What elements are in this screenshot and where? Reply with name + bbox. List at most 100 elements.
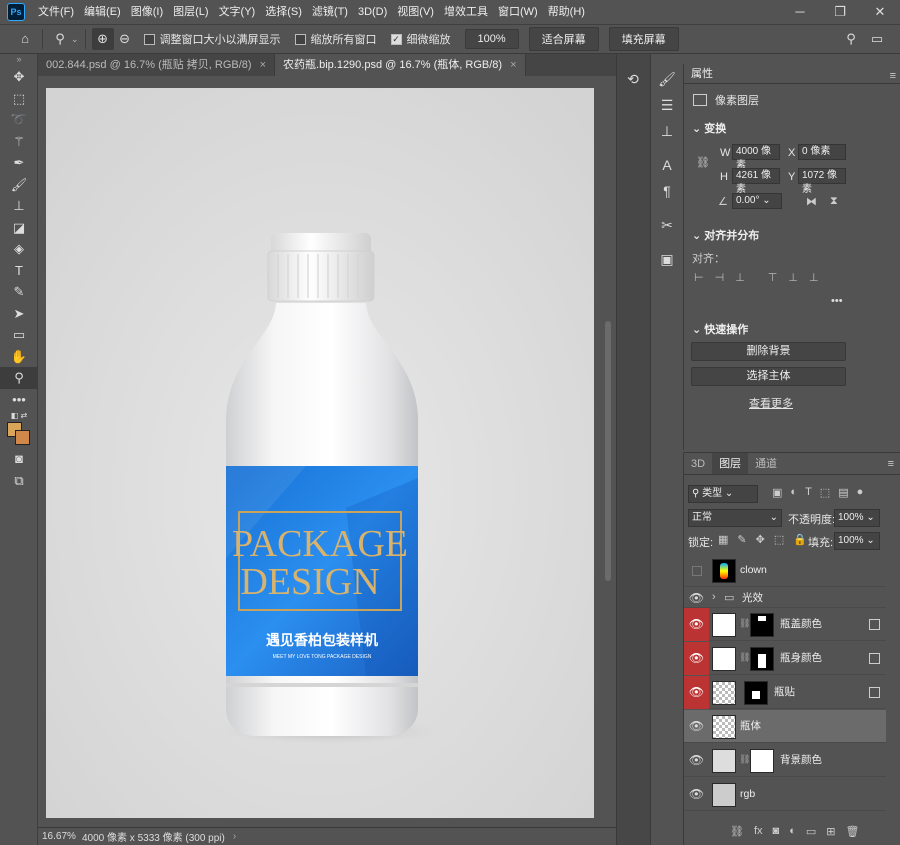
align-bottom-icon[interactable]: ⊥: [809, 271, 819, 284]
minimize-icon[interactable]: ─: [780, 0, 820, 24]
history-icon[interactable]: ⟲: [617, 66, 649, 92]
close-icon[interactable]: ✕: [860, 0, 900, 24]
link-icon[interactable]: ⛓: [739, 618, 750, 629]
zoom-in-icon[interactable]: ⊕: [91, 28, 114, 50]
new-layer-icon[interactable]: ⊞: [826, 825, 835, 838]
hand-tool-icon[interactable]: ✋: [0, 346, 38, 368]
layer-name[interactable]: 瓶盖颜色: [780, 608, 822, 641]
align-top-icon[interactable]: ⊤: [768, 271, 778, 284]
tab-3d[interactable]: 3D: [684, 453, 712, 474]
layer-name[interactable]: 瓶身颜色: [780, 642, 822, 675]
align-right-icon[interactable]: ⊥: [735, 271, 745, 284]
fx-icon[interactable]: fx: [754, 825, 763, 838]
width-field[interactable]: 4000 像素: [732, 144, 780, 171]
eye-icon[interactable]: 👁: [684, 744, 709, 777]
eye-icon[interactable]: 👁: [684, 710, 709, 743]
fill-field[interactable]: 100% ⌄: [834, 532, 880, 550]
path-select-icon[interactable]: ➤: [0, 303, 38, 325]
eraser-tool-icon[interactable]: ◪: [0, 217, 38, 239]
angle-field[interactable]: 0.00° ⌄: [732, 193, 782, 209]
menu-layer[interactable]: 图层(L): [168, 0, 213, 24]
tab-doc-1[interactable]: 002.844.psd @ 16.7% (瓶贴 拷贝, RGB/8) ×: [38, 54, 276, 76]
layer-row[interactable]: 👁 ⛓ 瓶身颜色: [684, 642, 886, 675]
visibility-off-box[interactable]: [684, 554, 709, 587]
lock-pixels-icon[interactable]: ✎: [737, 533, 746, 546]
add-mask-icon[interactable]: ◙: [773, 825, 780, 838]
screen-mode-icon[interactable]: ⧉: [0, 470, 38, 492]
menu-window[interactable]: 窗口(W): [493, 0, 543, 24]
pen-tool-icon[interactable]: ✎: [0, 281, 38, 303]
menu-type[interactable]: 文字(Y): [214, 0, 261, 24]
link-icon[interactable]: ⛓: [696, 156, 710, 169]
zoom-tool-icon[interactable]: ⚲: [0, 367, 38, 389]
image-filter-icon[interactable]: ▣: [772, 486, 782, 499]
eye-icon[interactable]: 👁: [684, 588, 709, 608]
eye-icon[interactable]: 👁: [684, 676, 709, 709]
brush-tool-icon[interactable]: 🖌: [0, 174, 38, 196]
align-center-v-icon[interactable]: ⊥: [788, 271, 798, 284]
layer-row-selected[interactable]: 👁 瓶体: [684, 710, 886, 743]
tools-icon[interactable]: ✂: [651, 212, 683, 238]
zoom-all-checkbox[interactable]: 缩放所有窗口: [294, 31, 377, 47]
x-field[interactable]: 0 像素: [798, 144, 846, 160]
clone-source-icon[interactable]: ⊥: [651, 118, 683, 144]
eyedropper-icon[interactable]: ✒: [0, 152, 38, 174]
rectangle-tool-icon[interactable]: ▭: [0, 324, 38, 346]
adjustment-layer-icon[interactable]: ◐: [789, 825, 796, 838]
blend-mode-select[interactable]: 正常 ⌄: [688, 509, 782, 527]
menu-help[interactable]: 帮助(H): [543, 0, 590, 24]
layer-name[interactable]: 瓶体: [740, 710, 761, 743]
layer-row[interactable]: clown: [684, 554, 886, 587]
layer-name[interactable]: 背景颜色: [780, 744, 822, 777]
adjustments-icon[interactable]: ☰: [651, 92, 683, 118]
type-tool-icon[interactable]: T: [0, 260, 38, 282]
menu-select[interactable]: 选择(S): [260, 0, 307, 24]
home-icon[interactable]: ⌂: [14, 28, 36, 50]
search-icon[interactable]: ⚲: [840, 28, 862, 50]
smart-filter-icon[interactable]: ▤: [838, 486, 848, 499]
marquee-tool-icon[interactable]: ⬚: [0, 88, 38, 110]
more-tools-icon[interactable]: •••: [0, 389, 38, 411]
more-icon[interactable]: •••: [831, 295, 843, 307]
swap-colors-icon[interactable]: ◧ ⇄: [0, 410, 38, 422]
workspace-icon[interactable]: ▭: [866, 28, 888, 50]
close-icon[interactable]: ×: [260, 59, 266, 71]
menu-filter[interactable]: 滤镜(T): [307, 0, 353, 24]
new-group-icon[interactable]: ▭: [806, 825, 816, 838]
section-align[interactable]: ⌄ 对齐并分布: [684, 227, 759, 243]
menu-file[interactable]: 文件(F): [33, 0, 79, 24]
flip-vertical-icon[interactable]: ⧗: [830, 195, 838, 208]
lock-transparent-icon[interactable]: ▦: [718, 533, 728, 546]
opacity-field[interactable]: 100% ⌄: [834, 509, 880, 527]
tab-layers[interactable]: 图层: [712, 453, 749, 474]
tab-properties[interactable]: 属性: [684, 64, 900, 84]
tab-doc-2[interactable]: 农药瓶.bip.1290.psd @ 16.7% (瓶体, RGB/8) ×: [275, 54, 526, 76]
filter-toggle-icon[interactable]: ●: [857, 486, 864, 499]
see-more-link[interactable]: 查看更多: [749, 395, 793, 411]
eye-icon[interactable]: 👁: [684, 642, 709, 675]
chevron-down-icon[interactable]: ⌄: [71, 34, 79, 45]
close-icon[interactable]: ×: [510, 59, 516, 71]
shape-filter-icon[interactable]: ⬚: [820, 486, 830, 499]
quick-mask-icon[interactable]: ◙: [0, 448, 38, 470]
layer-name[interactable]: 光效: [742, 588, 763, 608]
eye-icon[interactable]: 👁: [684, 778, 709, 811]
bucket-tool-icon[interactable]: ◈: [0, 238, 38, 260]
menu-view[interactable]: 视图(V): [392, 0, 439, 24]
type-filter-icon[interactable]: T: [805, 486, 812, 499]
layer-name[interactable]: clown: [740, 554, 767, 587]
lock-all-icon[interactable]: 🔒: [793, 533, 807, 546]
layer-row[interactable]: 👁 ⛓ 瓶盖颜色: [684, 608, 886, 641]
remove-background-button[interactable]: 删除背景: [691, 342, 846, 361]
link-icon[interactable]: ⛓: [739, 754, 750, 765]
menu-image[interactable]: 图像(I): [126, 0, 168, 24]
select-subject-button[interactable]: 选择主体: [691, 367, 846, 386]
zoom-out-icon[interactable]: ⊖: [114, 28, 136, 50]
delete-layer-icon[interactable]: 🗑: [845, 825, 859, 838]
vertical-scrollbar[interactable]: [601, 76, 616, 827]
resize-windows-checkbox[interactable]: 调整窗口大小以满屏显示: [143, 31, 281, 47]
section-transform[interactable]: ⌄ 变换: [684, 120, 726, 136]
chevron-right-icon[interactable]: ›: [233, 831, 236, 842]
tab-channels[interactable]: 通道: [748, 453, 784, 474]
zoom-100-button[interactable]: 100%: [464, 29, 519, 49]
